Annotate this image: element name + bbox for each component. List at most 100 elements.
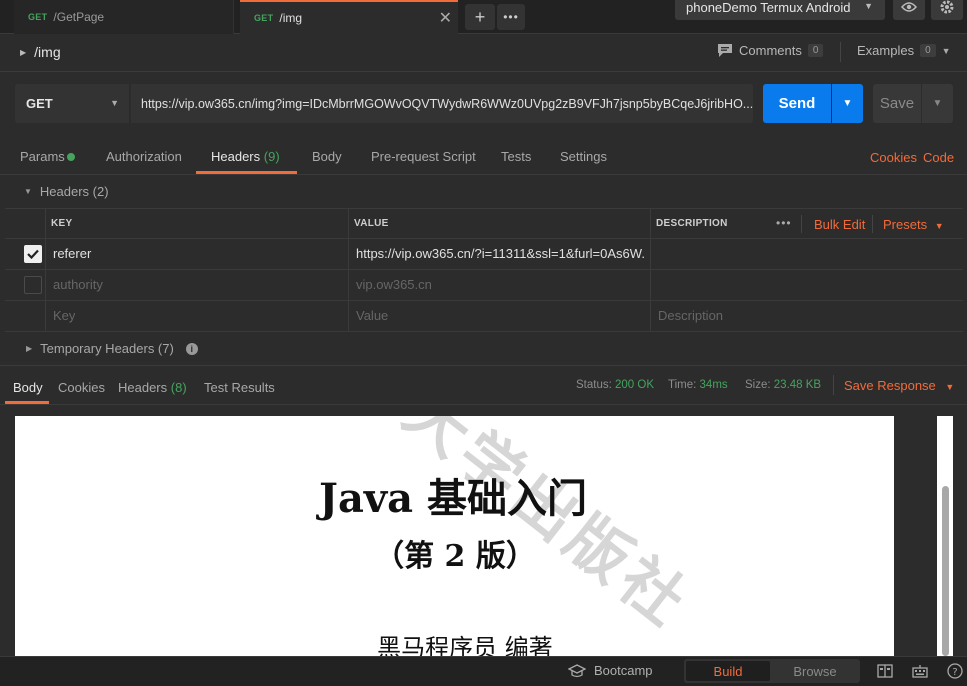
- tab-pre-request-script[interactable]: Pre-request Script: [371, 149, 476, 164]
- header-enabled-checkbox[interactable]: [24, 276, 42, 294]
- two-pane-view-button[interactable]: [874, 661, 896, 681]
- table-row-divider: [5, 238, 963, 239]
- send-options-button[interactable]: ▼: [832, 84, 863, 123]
- examples-button[interactable]: Examples 0 ▼: [857, 43, 951, 58]
- scrollbar-thumb[interactable]: [942, 486, 949, 656]
- header-key-cell[interactable]: referer: [53, 246, 343, 261]
- request-tab-getpage[interactable]: GET /GetPage: [14, 0, 234, 34]
- tab-name: /img: [279, 11, 303, 25]
- browse-mode-button[interactable]: Browse: [772, 661, 858, 681]
- book-title: Java 基础入门: [316, 475, 587, 522]
- chevron-down-icon: ▼: [110, 98, 119, 108]
- response-tab-test-results[interactable]: Test Results: [204, 380, 275, 395]
- tab-tests[interactable]: Tests: [501, 149, 531, 164]
- table-row-divider: [5, 300, 963, 301]
- new-description-input[interactable]: Description: [658, 308, 723, 323]
- divider: [0, 174, 967, 175]
- status-value: 200 OK: [615, 379, 655, 391]
- table-row-divider: [5, 331, 963, 332]
- chevron-down-icon: ▼: [842, 98, 853, 109]
- divider: [0, 365, 967, 366]
- comments-button[interactable]: Comments 0: [717, 43, 824, 58]
- header-enabled-checkbox[interactable]: [24, 245, 42, 263]
- new-key-input[interactable]: Key: [53, 308, 75, 323]
- response-status: Status: 200 OK: [576, 379, 654, 391]
- tab-name: /GetPage: [53, 10, 105, 24]
- environment-select[interactable]: phoneDemo Termux Android ▼: [675, 0, 885, 20]
- send-button[interactable]: Send: [763, 84, 831, 123]
- watermark-text: 大学出版社: [391, 416, 704, 642]
- examples-label: Examples: [857, 43, 915, 58]
- help-button[interactable]: ?: [944, 661, 966, 681]
- gear-icon: [940, 0, 954, 14]
- tab-body[interactable]: Body: [312, 149, 342, 164]
- column-divider: [348, 208, 349, 332]
- keyboard-shortcuts-button[interactable]: [909, 661, 931, 681]
- keyboard-icon: [912, 665, 928, 678]
- code-link[interactable]: Code: [923, 150, 954, 165]
- environment-settings-button[interactable]: [931, 0, 963, 20]
- two-pane-icon: [877, 664, 893, 678]
- save-button[interactable]: Save: [873, 84, 921, 123]
- request-title[interactable]: ▶ /img: [20, 44, 61, 60]
- info-icon[interactable]: i: [185, 342, 198, 355]
- save-options-button[interactable]: ▼: [922, 84, 953, 123]
- new-value-input[interactable]: Value: [356, 308, 388, 323]
- divider: [872, 215, 873, 233]
- method-select[interactable]: GET ▼: [15, 84, 130, 123]
- request-title-text: /img: [34, 44, 61, 60]
- header-value-cell[interactable]: vip.ow365.cn: [356, 277, 646, 292]
- response-tab-headers[interactable]: Headers (8): [118, 380, 187, 395]
- response-tab-headers-count: (8): [170, 380, 187, 395]
- header-value-cell[interactable]: https://vip.ow365.cn/?i=11311&ssl=1&furl…: [356, 246, 646, 261]
- tab-settings[interactable]: Settings: [560, 149, 607, 164]
- eye-icon: [901, 2, 917, 12]
- environment-quick-look-button[interactable]: [893, 0, 925, 20]
- graduation-cap-icon: [568, 663, 586, 677]
- more-tabs-button[interactable]: •••: [497, 4, 525, 30]
- tab-headers-label: Headers: [211, 149, 261, 164]
- book-edition: （第 2 版）: [374, 539, 536, 574]
- bootcamp-label: Bootcamp: [594, 663, 653, 678]
- tab-authorization[interactable]: Authorization: [106, 149, 182, 164]
- response-tab-cookies[interactable]: Cookies: [58, 380, 105, 395]
- response-time: Time: 34ms: [668, 379, 728, 391]
- temporary-headers-toggle[interactable]: ▶ Temporary Headers (7) i: [26, 341, 198, 356]
- time-value: 34ms: [699, 379, 728, 391]
- caret-down-icon: ▼: [24, 187, 32, 196]
- new-tab-button[interactable]: +: [465, 4, 495, 30]
- close-icon[interactable]: ✕: [439, 8, 452, 28]
- time-label: Time:: [668, 379, 697, 391]
- header-key-cell[interactable]: authority: [53, 277, 343, 292]
- url-input[interactable]: https://vip.ow365.cn/img?img=IDcMbrrMGOW…: [131, 84, 753, 123]
- bootcamp-button[interactable]: Bootcamp: [568, 663, 653, 678]
- book-author: 黑马程序员 编著: [377, 634, 553, 656]
- chevron-down-icon: ▼: [945, 382, 955, 392]
- response-image-preview: 大学出版社 Java 基础入门 （第 2 版） 黑马程序员 编著: [15, 416, 894, 656]
- headers-section-toggle[interactable]: ▼ Headers (2): [24, 184, 109, 199]
- table-row-divider: [5, 269, 963, 270]
- divider: [840, 42, 841, 62]
- build-mode-button[interactable]: Build: [686, 661, 770, 681]
- column-divider: [45, 208, 46, 332]
- column-header-description: DESCRIPTION: [656, 218, 728, 229]
- save-response-dropdown[interactable]: Save Response ▼: [844, 378, 954, 393]
- tab-headers[interactable]: Headers (9): [211, 149, 280, 164]
- save-response-label: Save Response: [844, 378, 936, 393]
- cookies-link[interactable]: Cookies: [870, 150, 917, 165]
- response-tab-body[interactable]: Body: [13, 380, 43, 395]
- tab-params[interactable]: Params: [20, 149, 65, 164]
- bulk-edit-link[interactable]: Bulk Edit: [814, 217, 865, 232]
- help-icon: ?: [947, 663, 963, 679]
- size-value: 23.48 KB: [773, 379, 822, 391]
- more-icon[interactable]: •••: [776, 216, 792, 230]
- response-tab-headers-label: Headers: [118, 380, 168, 395]
- chevron-down-icon: ▼: [864, 1, 873, 11]
- tab-method: GET: [28, 12, 48, 22]
- comments-label: Comments: [739, 43, 802, 58]
- request-tab-img[interactable]: GET /img ✕: [240, 0, 458, 34]
- divider: [801, 215, 802, 233]
- tab-method: GET: [254, 13, 274, 23]
- presets-dropdown[interactable]: Presets ▼: [883, 217, 944, 232]
- checkmark-icon: [27, 249, 39, 259]
